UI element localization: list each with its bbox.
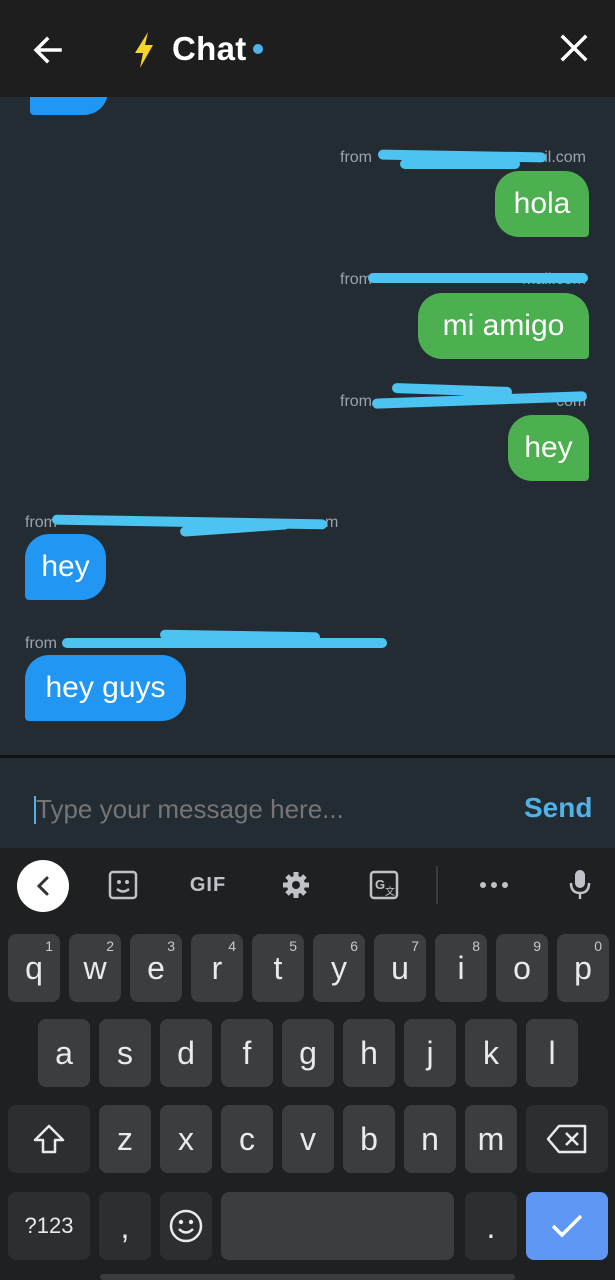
key-d[interactable]: d: [160, 1019, 212, 1087]
translate-button[interactable]: G 文: [364, 862, 404, 908]
period-key[interactable]: .: [465, 1192, 517, 1260]
key-y[interactable]: y6: [313, 934, 365, 1002]
chat-screen: Chat from mail.com hola from mail.com mi…: [0, 0, 615, 1280]
comma-key[interactable]: ,: [99, 1192, 151, 1260]
key-k[interactable]: k: [465, 1019, 517, 1087]
key-f[interactable]: f: [221, 1019, 273, 1087]
enter-key[interactable]: [526, 1192, 608, 1260]
key-a[interactable]: a: [38, 1019, 90, 1087]
key-g[interactable]: g: [282, 1019, 334, 1087]
toolbar-divider: [436, 866, 438, 904]
key-v[interactable]: v: [282, 1105, 334, 1173]
key-o[interactable]: o9: [496, 934, 548, 1002]
shift-icon: [33, 1124, 65, 1154]
key-z[interactable]: z: [99, 1105, 151, 1173]
translate-icon: G 文: [369, 870, 399, 900]
lightning-bolt-icon: [135, 32, 153, 68]
more-options-button[interactable]: [474, 862, 514, 908]
key-h[interactable]: h: [343, 1019, 395, 1087]
svg-text:文: 文: [385, 885, 395, 898]
key-s[interactable]: s: [99, 1019, 151, 1087]
key-n[interactable]: n: [404, 1105, 456, 1173]
navigation-handle: [100, 1274, 515, 1280]
keyboard-collapse-button[interactable]: [17, 860, 69, 912]
sticker-icon: [108, 870, 138, 900]
key-x[interactable]: x: [160, 1105, 212, 1173]
message-input[interactable]: [36, 794, 486, 825]
send-button[interactable]: Send: [524, 792, 592, 824]
more-horizontal-icon: [480, 882, 508, 888]
svg-text:G: G: [375, 877, 385, 892]
key-t[interactable]: t5: [252, 934, 304, 1002]
microphone-icon: [569, 870, 591, 899]
chat-header: Chat: [0, 0, 615, 97]
message-item: from hey guys: [0, 97, 615, 727]
key-w[interactable]: w2: [69, 934, 121, 1002]
key-p[interactable]: p0: [557, 934, 609, 1002]
sticker-button[interactable]: [103, 862, 143, 908]
online-status-dot: [253, 44, 263, 54]
backspace-icon: [546, 1124, 587, 1154]
emoji-icon: [169, 1209, 203, 1243]
keyboard-toolbar: GIF G 文: [0, 848, 615, 923]
key-r[interactable]: r4: [191, 934, 243, 1002]
key-m[interactable]: m: [465, 1105, 517, 1173]
backspace-key[interactable]: [526, 1105, 608, 1173]
message-sender: from: [25, 635, 57, 652]
message-list[interactable]: from mail.com hola from mail.com mi amig…: [0, 97, 615, 755]
gif-button[interactable]: GIF: [185, 862, 231, 908]
key-q[interactable]: q1: [8, 934, 60, 1002]
message-composer: Send: [0, 755, 615, 848]
close-icon[interactable]: [555, 29, 593, 67]
key-l[interactable]: l: [526, 1019, 578, 1087]
message-bubble-incoming: hey guys: [25, 655, 186, 721]
key-c[interactable]: c: [221, 1105, 273, 1173]
key-e[interactable]: e3: [130, 934, 182, 1002]
gear-icon: [283, 872, 309, 898]
emoji-key[interactable]: [160, 1192, 212, 1260]
key-b[interactable]: b: [343, 1105, 395, 1173]
shift-key[interactable]: [8, 1105, 90, 1173]
page-title: Chat: [172, 30, 247, 67]
key-j[interactable]: j: [404, 1019, 456, 1087]
arrow-left-icon[interactable]: [28, 30, 68, 70]
symbols-key[interactable]: ?123: [8, 1192, 90, 1260]
soft-keyboard: GIF G 文 q 1 w 2 e 3 r 4 t 5 y 6 u 7 i 8 …: [0, 848, 615, 1280]
chevron-left-icon: [36, 876, 49, 896]
checkmark-icon: [551, 1214, 583, 1238]
voice-input-button[interactable]: [562, 862, 598, 908]
space-key[interactable]: [221, 1192, 454, 1260]
keyboard-settings-button[interactable]: [276, 862, 316, 908]
key-u[interactable]: u7: [374, 934, 426, 1002]
key-i[interactable]: i8: [435, 934, 487, 1002]
